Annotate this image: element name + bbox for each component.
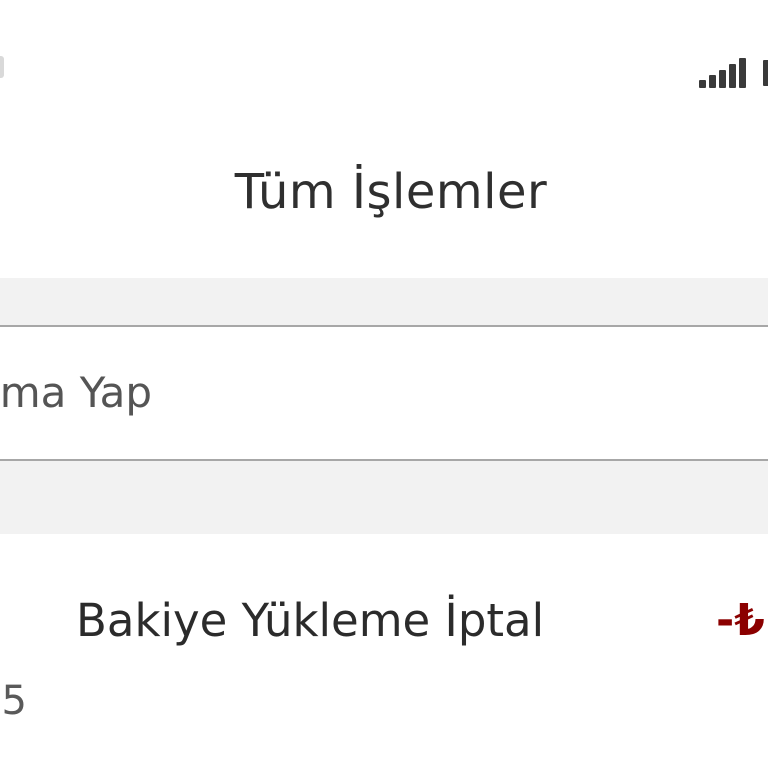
page-title: Tüm İşlemler <box>234 164 548 220</box>
search-input-text[interactable]: Arama Yap <box>0 365 152 421</box>
signal-strength-icon <box>699 54 755 88</box>
transaction-amount: -₺ <box>716 595 765 646</box>
screen: Tüm İşlemler Arama Yap Bakiye Yükleme İp… <box>0 0 768 768</box>
search-input[interactable]: Arama Yap <box>0 325 768 461</box>
status-left-icon <box>0 56 4 78</box>
transaction-date: 25 <box>0 678 27 724</box>
wifi-icon <box>761 60 768 86</box>
search-section-bottom-band <box>0 461 768 534</box>
search-section-top-band <box>0 278 768 326</box>
transaction-title: Bakiye Yükleme İptal <box>76 594 545 647</box>
list-item[interactable]: Bakiye Yükleme İptal -₺ 25 <box>0 534 768 768</box>
